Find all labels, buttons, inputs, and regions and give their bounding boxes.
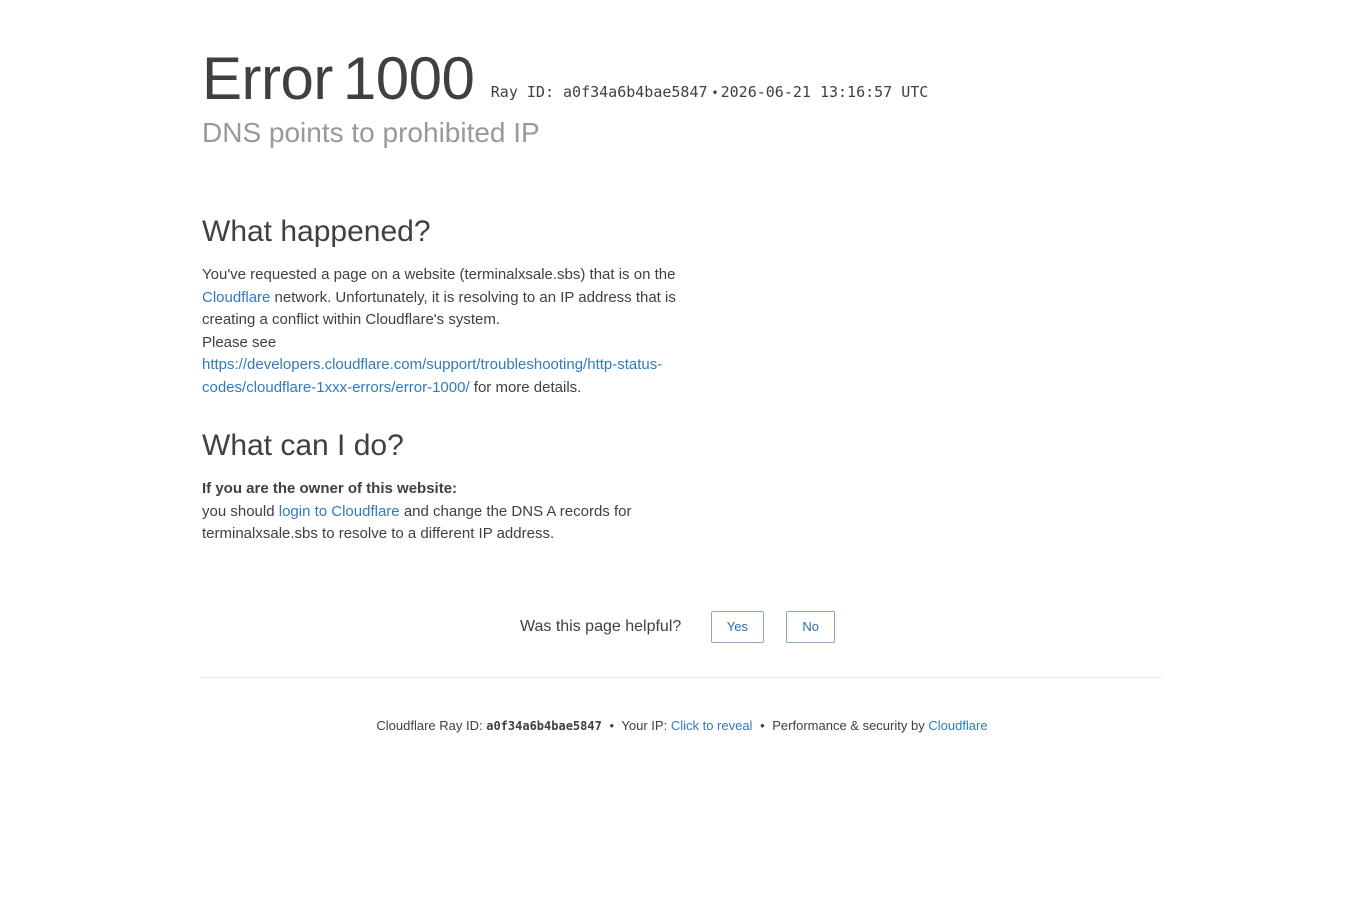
error-code: 1000: [342, 45, 475, 112]
cloudflare-link[interactable]: Cloudflare: [202, 289, 270, 306]
what-can-i-do-section: What can I do? If you are the owner of t…: [202, 428, 682, 546]
footer-ray-id: a0f34a6b4bae5847: [486, 719, 602, 733]
what-happened-text-2: network. Unfortunately, it is resolving …: [202, 288, 676, 329]
owner-label: If you are the owner of this website:: [202, 480, 458, 497]
footer-separator: •: [760, 718, 765, 733]
reveal-ip-link[interactable]: Click to reveal: [671, 718, 753, 733]
timestamp: 2026-06-21 13:16:57 UTC: [720, 83, 929, 101]
footer-separator: •: [609, 718, 615, 733]
what-happened-text-1: You've requested a page on a website (te…: [202, 266, 676, 283]
footer-divider: [202, 677, 1162, 678]
ray-id-label: Ray ID:: [490, 83, 554, 101]
ray-id-value: a0f34a6b4bae5847: [563, 83, 708, 101]
docs-link[interactable]: https://developers.cloudflare.com/suppor…: [202, 356, 662, 396]
error-word: Error: [202, 45, 333, 112]
footer-perf-text: Performance & security by: [772, 718, 925, 733]
footer-ip-label: Your IP:: [621, 718, 668, 733]
what-happened-section: What happened? You've requested a page o…: [202, 214, 682, 399]
please-see-text: Please see https://developers.cloudflare.…: [202, 332, 682, 400]
footer: Cloudflare Ray ID: a0f34a6b4bae5847 • Yo…: [202, 718, 1162, 733]
owner-text-1: you should: [202, 502, 279, 520]
error-header: Error 1000 Ray ID: a0f34a6b4bae5847 • 2026-…: [202, 44, 928, 114]
what-happened-heading: What happened?: [202, 215, 431, 248]
feedback-question: Was this page helpful?: [519, 618, 682, 635]
what-happened-text: You've requested a page on a website (te…: [202, 264, 682, 332]
ray-id-meta: Ray ID: a0f34a6b4bae5847 • 2026-06-21 13:1…: [491, 83, 929, 101]
feedback-no-button[interactable]: No: [786, 611, 836, 643]
login-cloudflare-link[interactable]: login to Cloudflare: [279, 503, 400, 520]
error-title: Error 1000: [202, 44, 475, 114]
bullet-separator: •: [711, 86, 719, 100]
feedback-yes-button[interactable]: Yes: [710, 611, 764, 643]
what-can-i-do-heading: What can I do?: [202, 429, 404, 462]
footer-ray-label: Cloudflare Ray ID:: [376, 718, 483, 733]
please-see-label: Please see: [202, 333, 277, 351]
footer-cloudflare-link[interactable]: Cloudflare: [928, 718, 987, 733]
error-subtitle: DNS points to prohibited IP: [202, 117, 540, 148]
feedback-bar: Was this page helpful? Yes No: [202, 611, 1162, 643]
more-details-text: for more details.: [469, 378, 582, 396]
owner-instructions: you should login to Cloudflare and chang…: [202, 501, 682, 546]
